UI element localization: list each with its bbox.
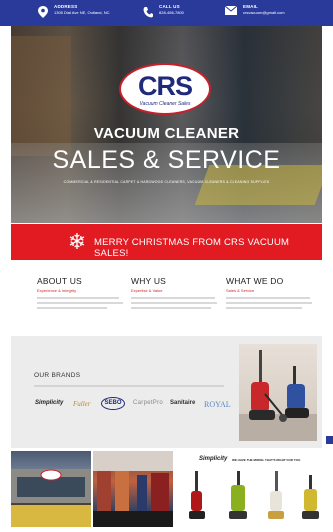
hero-subtitle: SALES & SERVICE (52, 146, 281, 174)
upright-vacuums-image (189, 471, 319, 519)
brand-royal[interactable]: ROYAL (204, 400, 231, 409)
logo-subtext: Vacuum Cleaner Sales (139, 101, 191, 107)
hero-tagline: COMMERCIAL & RESIDENTIAL CARPET & HARDWO… (63, 180, 270, 184)
why-us-column: WHY US Expertise & Value (131, 276, 221, 309)
phone-number[interactable]: 828-456-7800 (159, 10, 184, 15)
about-us-subheading: Experience & Integrity (37, 288, 77, 293)
simplicity-promo[interactable]: Simplicity WE HAVE THE MODEL THAT'S RIGH… (175, 451, 322, 527)
crs-logo[interactable]: CRS Vacuum Cleaner Sales (119, 63, 211, 115)
logo-text: CRS (137, 71, 193, 101)
about-us-heading: ABOUT US (37, 276, 82, 286)
brand-sanitaire[interactable]: Sanitaire (170, 400, 195, 406)
brand-simplicity[interactable]: Simplicity (35, 400, 63, 406)
email-block: EMAIL crsvacuum@gmail.com (225, 4, 285, 16)
about-us-column: ABOUT US Experience & Integrity (37, 276, 127, 309)
brand-carpetpro[interactable]: CarpetPro (133, 400, 163, 406)
storefront-image (11, 469, 91, 527)
envelope-icon (225, 6, 237, 15)
brand-sebo[interactable]: SEBO (101, 397, 125, 410)
brands-heading: OUR BRANDS (34, 372, 81, 379)
top-contact-bar: ADDRESS 1305 Dial Ave NE, Outland, NC CA… (0, 0, 333, 26)
email-address[interactable]: crsvacuum@gmail.com (243, 10, 285, 15)
what-we-do-subheading: Sales & Service (226, 288, 255, 293)
brand-fuller[interactable]: Fuller (73, 400, 91, 408)
phone-icon (143, 7, 153, 18)
why-us-heading: WHY US (131, 276, 167, 286)
address-block: ADDRESS 1305 Dial Ave NE, Outland, NC (38, 4, 110, 18)
hero-title: VACUUM CLEANER (93, 125, 240, 142)
banner-text: MERRY CHRISTMAS FROM CRS VACUUM SALES! (94, 237, 290, 259)
scroll-to-top-button[interactable] (326, 436, 333, 444)
call-block: CALL US 828-456-7800 (143, 4, 184, 18)
storefront-photo (11, 451, 91, 527)
christmas-banner: ❄ MERRY CHRISTMAS FROM CRS VACUUM SALES! (11, 224, 322, 260)
why-us-subheading: Expertise & Value (131, 288, 163, 293)
location-pin-icon (38, 6, 48, 18)
store-interior-image (93, 451, 173, 527)
what-we-do-heading: WHAT WE DO (226, 276, 284, 286)
what-we-do-column: WHAT WE DO Sales & Service (226, 276, 316, 309)
vacuums-image (239, 350, 317, 441)
snowflake-icon: ❄ (67, 229, 87, 254)
store-interior-photo (93, 451, 173, 527)
address-value[interactable]: 1305 Dial Ave NE, Outland, NC (54, 10, 110, 15)
vacuum-cleaners-photo (239, 344, 317, 441)
